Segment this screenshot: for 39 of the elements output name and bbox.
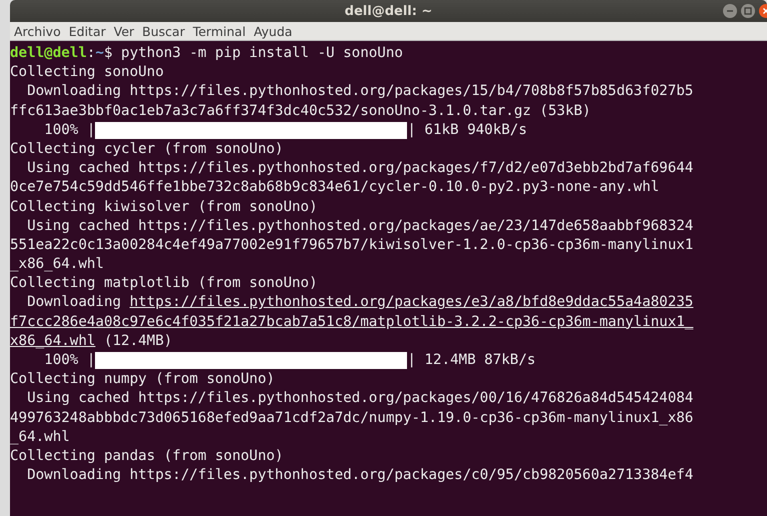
output-text: (12.4MB) <box>102 332 172 351</box>
menu-item[interactable]: Buscar <box>142 24 185 38</box>
prompt-path: ~ <box>95 44 104 63</box>
output-line: Downloading https://files.pythonhosted.org/packages/c0/95/cb9820560a2713384ef4 <box>26 466 694 486</box>
link[interactable]: f7ccc286e4a08c97e6c4f035f21a27bcab7a51c8/matplotlib-3.2.2-cp36-cp36m-manylinux1_ <box>10 312 694 332</box>
output-text: Downloading <box>26 293 122 312</box>
progress-percent: 100% | <box>43 120 96 140</box>
link[interactable]: x86_64.whl <box>10 332 96 352</box>
output-line: Collecting kiwisolver (from sonoUno) <box>10 198 318 216</box>
output-line: Using cached https://files.pythonhosted.org/packages/00/16/476826a84d545424084 <box>26 389 694 408</box>
prompt-separator: : <box>86 44 96 63</box>
output-line: _x86_64.whl <box>10 255 105 274</box>
output-line: Collecting sonoUno <box>10 63 165 82</box>
output-line: _64.whl <box>10 428 71 447</box>
output-line: ffc613ae3bbf0ac1eb7a3c7a6ff374f3dc40c532/sonoUno-3.1.0.tar.gz (53kB) <box>10 102 592 121</box>
window-title: dell@dell: ~ <box>344 4 432 18</box>
menu-item[interactable]: Ayuda <box>254 24 292 38</box>
output-line: 499763248abbbdc73d065168efed9aa71cdf2a7dc/numpy-1.19.0-cp36-cp36m-manylinux1_x86 <box>10 408 694 428</box>
output-line: Using cached https://files.pythonhosted.org/packages/f7/d2/e07d3ebb2bd7af69644 <box>26 159 694 178</box>
progress-reading: | 12.4MB 87kB/s <box>407 351 536 370</box>
output-line: 0ce7e754c59dd546ffe1bbe732c8ab68b9c834e61/cycler-0.10.0-py2.py3-none-any.whl <box>10 178 660 198</box>
menu-item[interactable]: Archivo <box>14 24 61 38</box>
output-line: Using cached https://files.pythonhosted.org/packages/ae/23/147de658aabbf968324 <box>26 216 694 236</box>
minimize-icon[interactable] <box>723 4 737 18</box>
output-line: 551ea22c0c13a00284c4ef49a77002e91f79657b7/kiwisolver-1.2.0-cp36-cp36m-manylinux1 <box>10 236 694 255</box>
output-line: Collecting pandas (from sonoUno) <box>10 446 284 466</box>
command-text: $ python3 -m pip install -U sonoUno <box>104 44 403 63</box>
output-line: Downloading https://files.pythonhosted.org/packages/15/b4/708b8f57b85d63f027b5 <box>26 82 694 102</box>
link[interactable]: https://files.pythonhosted.org/packages/e3/a8/bfd8e9ddac55a4a80235 <box>130 293 694 313</box>
progress-reading: | 61kB 940kB/s <box>407 120 528 140</box>
menu-item[interactable]: Editar <box>68 24 106 38</box>
output-line: Collecting matplotlib (from sonoUno) <box>10 274 318 294</box>
output-line: Collecting numpy (from sonoUno) <box>10 370 276 390</box>
menu-item[interactable]: Terminal <box>192 24 246 38</box>
menu-item[interactable]: Ver <box>114 24 134 38</box>
output-line: Collecting cycler (from sonoUno) <box>10 140 284 159</box>
progress-percent: 100% | <box>43 351 96 370</box>
prompt-user: dell@dell <box>10 44 87 63</box>
maximize-icon[interactable] <box>741 4 755 18</box>
